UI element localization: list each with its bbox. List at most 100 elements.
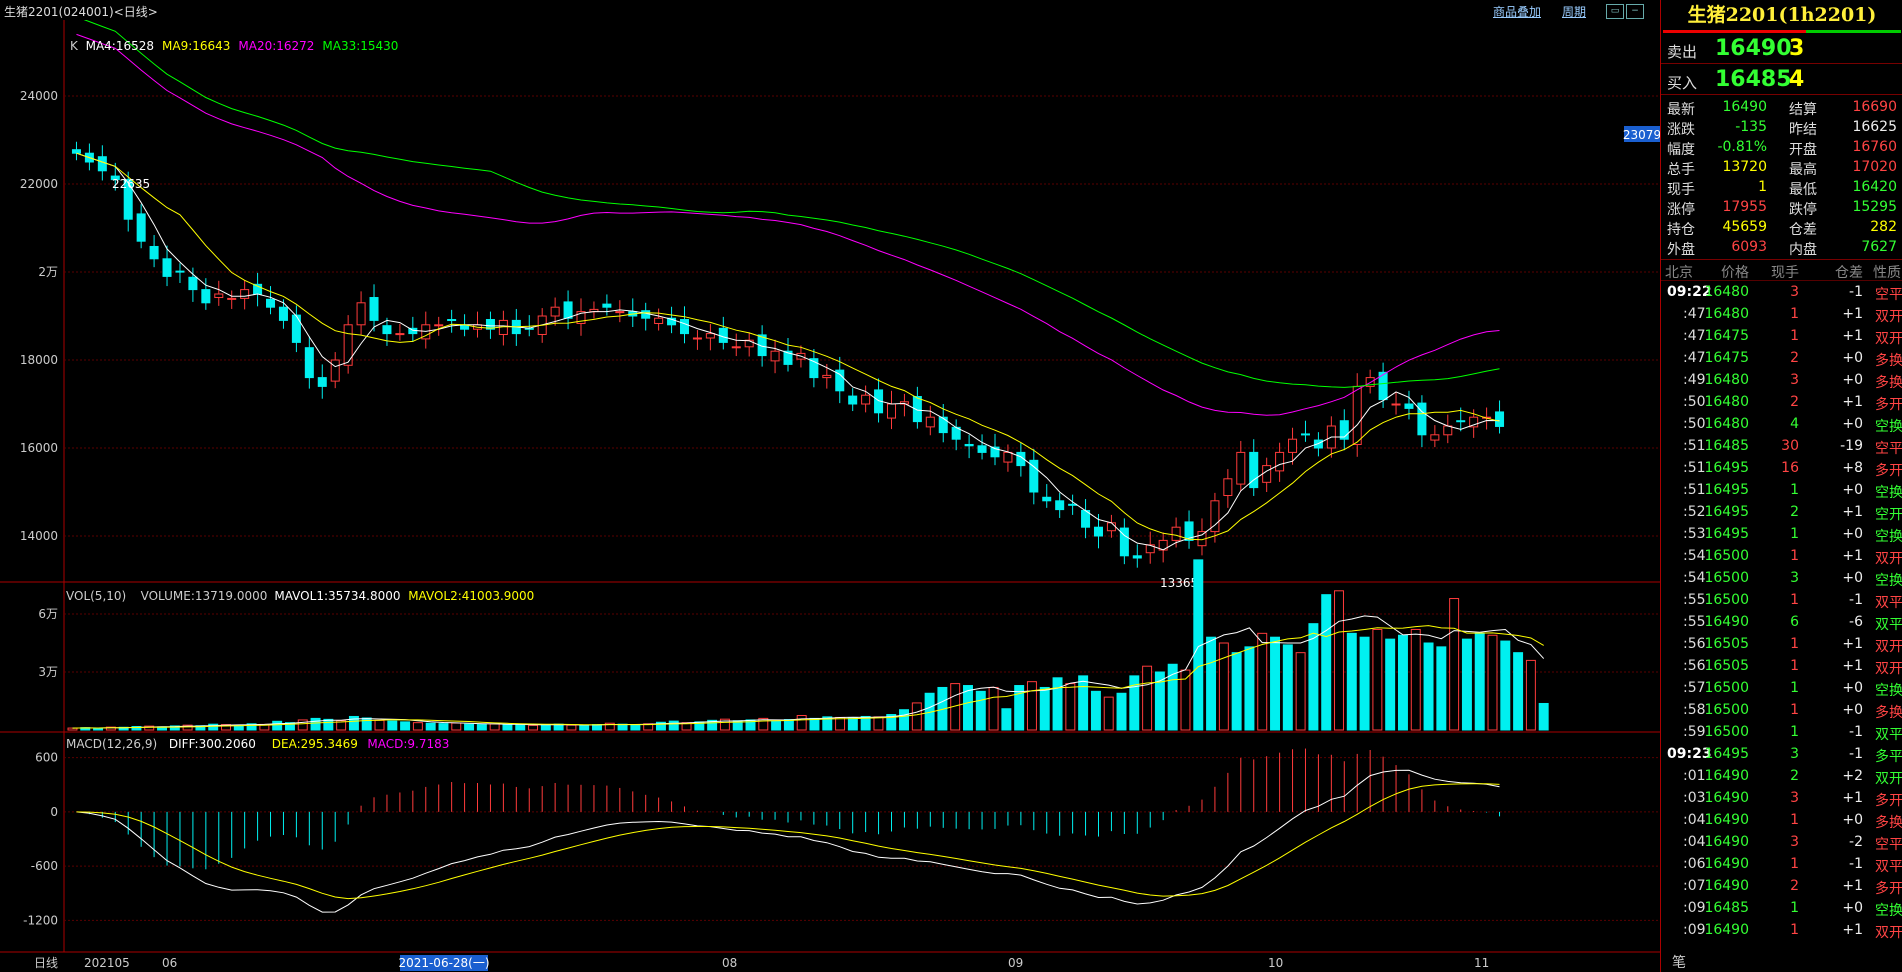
volume-bar xyxy=(1346,632,1357,731)
tick-delta: +1 xyxy=(1842,878,1863,894)
tick-volume: 3 xyxy=(1790,834,1799,850)
minimize-icon[interactable]: − xyxy=(1626,4,1644,19)
candle-body xyxy=(1391,403,1401,406)
tick-header-cell: 北京 xyxy=(1665,265,1693,281)
volume-bar xyxy=(911,702,922,731)
tick-row: :51 16485 30 -19 空平 xyxy=(1661,435,1902,457)
tick-list[interactable]: 09:22 16480 3 -1 空平:47 16480 1 +1 双开:47 16475 1 +1 双… xyxy=(1661,281,1902,941)
candle-body xyxy=(1404,403,1414,409)
buy-row[interactable]: 买入 16485 4 xyxy=(1661,64,1902,95)
tick-nature: 双平 xyxy=(1875,859,1902,875)
tick-time: :55 xyxy=(1683,592,1706,608)
tick-price: 16490 xyxy=(1704,878,1749,894)
volume-bar xyxy=(1461,638,1472,731)
volume-bar xyxy=(809,717,820,731)
tab-trades[interactable]: 笔 xyxy=(1660,952,1722,972)
tick-delta: +1 xyxy=(1842,922,1863,938)
chart-title: 生猪2201(024001)<日线> xyxy=(4,5,158,19)
tick-delta: -1 xyxy=(1849,592,1863,608)
restore-icon[interactable]: ▭ xyxy=(1606,4,1624,19)
tick-row: :49 16480 3 +0 多换 xyxy=(1661,369,1902,391)
tick-price: 16480 xyxy=(1704,372,1749,388)
volume-bar xyxy=(515,723,526,731)
volume-bar xyxy=(528,724,539,731)
volume-bar xyxy=(272,720,283,731)
tick-volume: 1 xyxy=(1790,636,1799,652)
volume-bar xyxy=(1372,628,1383,731)
tick-price: 16490 xyxy=(1704,834,1749,850)
x-tick-label: 11 xyxy=(1474,956,1489,970)
tick-volume: 2 xyxy=(1790,878,1799,894)
tick-row: :50 16480 4 +0 空换 xyxy=(1661,413,1902,435)
tick-volume: 1 xyxy=(1790,900,1799,916)
volume-bar xyxy=(451,722,462,731)
sell-volume: 3 xyxy=(1789,36,1805,61)
tick-volume: 3 xyxy=(1790,790,1799,806)
candle-body xyxy=(1262,465,1272,483)
tick-time: :09 xyxy=(1683,900,1706,916)
volume-bar xyxy=(476,724,487,731)
candle-body xyxy=(175,270,185,273)
tick-volume: 1 xyxy=(1790,306,1799,322)
tick-volume: 1 xyxy=(1790,922,1799,938)
buy-volume: 4 xyxy=(1789,67,1805,92)
tick-nature: 空换 xyxy=(1875,529,1902,545)
volume-bar xyxy=(387,720,398,731)
tick-row: :07 16490 2 +1 多开 xyxy=(1661,875,1902,897)
candle-body xyxy=(369,297,379,321)
volume-bar xyxy=(374,719,385,731)
stat-label: 结算 xyxy=(1789,102,1817,118)
candle-body xyxy=(1443,425,1453,436)
candle-body xyxy=(925,416,935,428)
tick-row: :06 16490 1 -1 双平 xyxy=(1661,853,1902,875)
tick-time: :47 xyxy=(1683,328,1706,344)
volume-bar xyxy=(783,719,794,731)
candle-body xyxy=(278,306,288,321)
candle-body xyxy=(136,213,146,242)
volume-bar xyxy=(579,725,590,731)
volume-bar xyxy=(835,716,846,731)
candle-body xyxy=(861,394,871,405)
candle-body xyxy=(886,403,897,419)
buy-label: 买入 xyxy=(1667,74,1698,92)
candle-body xyxy=(1055,500,1065,511)
candle-body xyxy=(1171,526,1181,541)
candle-body xyxy=(291,314,301,343)
stat-label: 持仓 xyxy=(1667,222,1695,238)
kline-chart[interactable]: 24000 22000 2万 18000 16000 14000 K MA4:16528 MA9… xyxy=(0,20,1660,972)
volume-bar xyxy=(540,724,551,731)
candle-body xyxy=(317,377,327,387)
stat-value: 45659 xyxy=(1722,219,1767,235)
tick-price: 16485 xyxy=(1704,900,1749,916)
stat-label: 涨跌 xyxy=(1667,122,1695,138)
tick-volume: 1 xyxy=(1790,548,1799,564)
stat-label: 最新 xyxy=(1667,102,1695,118)
tick-time: :47 xyxy=(1683,306,1706,322)
volume-legend-item: VOL(5,10) xyxy=(66,589,126,603)
tick-row: 09:23 16495 3 -1 多平 xyxy=(1661,743,1902,765)
tick-row: :47 16475 1 +1 双开 xyxy=(1661,325,1902,347)
tick-nature: 多平 xyxy=(1875,749,1902,765)
price-tick-label: 22000 xyxy=(20,177,58,191)
overlay-link[interactable]: 商品叠加 xyxy=(1493,3,1541,20)
candle-body xyxy=(188,276,198,291)
candle-body xyxy=(1456,420,1466,423)
tick-price: 16505 xyxy=(1704,658,1749,674)
volume-bar xyxy=(988,686,999,731)
period-link[interactable]: 周期 xyxy=(1562,3,1586,20)
tick-row: :51 16495 1 +0 空换 xyxy=(1661,479,1902,501)
sell-row[interactable]: 卖出 16490 3 xyxy=(1661,33,1902,64)
tick-delta: +0 xyxy=(1842,570,1863,586)
volume-bar xyxy=(1487,634,1498,731)
volume-bar xyxy=(1014,685,1025,731)
stat-row: 外盘 6093 内盘 7627 xyxy=(1661,237,1902,258)
tick-volume: 1 xyxy=(1790,658,1799,674)
quote-title: 生猪2201(1h2201) xyxy=(1687,4,1877,26)
tick-nature: 双开 xyxy=(1875,661,1902,677)
candle-body xyxy=(447,319,457,322)
tick-delta: +0 xyxy=(1842,526,1863,542)
stat-row: 最新 16490 结算 16690 xyxy=(1661,97,1902,118)
candle-body xyxy=(938,416,948,434)
candle-body xyxy=(356,302,366,326)
volume-bar xyxy=(412,722,423,731)
